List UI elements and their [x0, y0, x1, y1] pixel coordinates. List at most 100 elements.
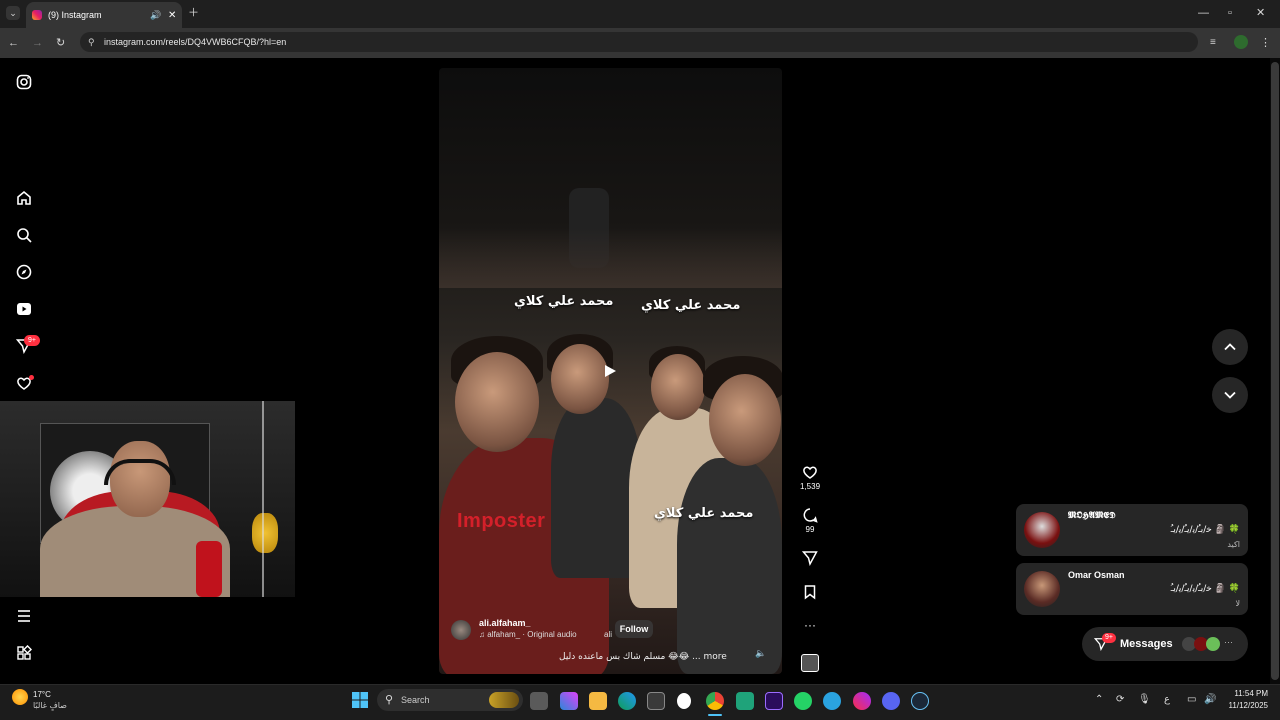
audio-playing-icon[interactable]: 🔊	[150, 10, 161, 21]
webcam-microphone	[196, 541, 222, 597]
message-avatar[interactable]	[1024, 571, 1060, 607]
reels-icon[interactable]	[14, 299, 34, 319]
comment-count: 99	[805, 525, 815, 534]
close-window-button[interactable]: ✕	[1256, 6, 1265, 20]
also-from-meta-icon[interactable]	[14, 643, 34, 663]
taskbar-search-box[interactable]: ⚲ Search	[377, 689, 523, 711]
activity-dot	[29, 375, 34, 380]
notifications-badge: 9+	[24, 335, 40, 346]
copilot-icon[interactable]	[560, 692, 578, 710]
clock-date[interactable]: 11/12/2025	[1222, 701, 1268, 710]
caption-3: محمد علي كلاي	[654, 506, 754, 521]
messages-more-icon: ···	[1224, 637, 1233, 647]
chrome-icon[interactable]	[706, 692, 724, 710]
forward-icon[interactable]: →	[32, 36, 43, 50]
person-4-shirt	[677, 458, 782, 674]
app-icon[interactable]	[736, 692, 754, 710]
telegram-icon[interactable]	[823, 692, 841, 710]
page-scrollbar[interactable]	[1270, 58, 1280, 684]
messages-label: Messages	[1120, 638, 1173, 650]
person-2-face	[551, 344, 609, 414]
instagram-favicon-icon	[32, 10, 42, 20]
share-button[interactable]	[800, 550, 820, 568]
author-avatar[interactable]	[451, 620, 471, 640]
messages-avatar	[1206, 637, 1220, 651]
tray-mic-icon[interactable]: 🎙	[1138, 694, 1151, 705]
bookmark-icon	[804, 585, 816, 600]
message-preview: ﺧ/ﺑـُ/ﯾ/ﯾـُ/ﯾ/ﯾـُ 🗿 🍀	[1170, 584, 1240, 594]
media-controls-icon[interactable]: ≡	[1210, 36, 1216, 50]
like-count: 1,539	[800, 482, 821, 491]
premiere-pro-icon[interactable]	[765, 692, 783, 710]
reload-icon[interactable]: ↻	[56, 36, 65, 50]
clock-time[interactable]: 11:54 PM	[1226, 689, 1268, 698]
save-button[interactable]	[800, 584, 820, 602]
play-icon[interactable]	[603, 364, 617, 378]
edge-icon[interactable]	[618, 692, 636, 710]
like-button[interactable]: 1,539	[800, 464, 820, 491]
instagram-logo-icon[interactable]	[14, 72, 34, 92]
maximize-button[interactable]: ▫	[1228, 6, 1232, 20]
like-heart-icon	[803, 466, 817, 479]
weather-temp[interactable]: 17°C	[33, 690, 51, 699]
tray-sync-icon[interactable]: ⟳	[1116, 694, 1124, 705]
caption-2: محمد علي كلاي	[641, 298, 741, 313]
store-icon[interactable]	[647, 692, 665, 710]
active-tab[interactable]: (9) Instagram 🔊 ✕	[26, 2, 182, 28]
scrollbar-thumb[interactable]	[1271, 62, 1279, 680]
site-info-icon[interactable]: ⚲	[88, 37, 95, 48]
chevron-down-icon	[1224, 391, 1236, 399]
message-card[interactable]: 𝕸𝕺𝕳𝕬𝕸𝕰𝕯 ﺧ/ﺑـُ/ﯾ/ﯾـُ/ﯾ/ﯾـُ 🗿 🍀 اكيد	[1016, 504, 1248, 556]
reel-video[interactable]: محمد علي كلاي محمد علي كلاي محمد علي كلا…	[439, 68, 782, 674]
person-4-face	[709, 374, 781, 466]
close-tab-icon[interactable]: ✕	[168, 10, 176, 21]
whatsapp-icon[interactable]	[794, 692, 812, 710]
steam-icon[interactable]	[911, 692, 929, 710]
task-view-icon[interactable]	[530, 692, 548, 710]
discord-icon[interactable]	[882, 692, 900, 710]
tab-search-button[interactable]: ⌄	[6, 6, 20, 20]
tray-overflow-icon[interactable]: ⌃	[1095, 694, 1103, 705]
home-icon[interactable]	[14, 188, 34, 208]
message-avatar[interactable]	[1024, 512, 1060, 548]
search-icon[interactable]	[14, 225, 34, 245]
previous-reel-button[interactable]	[1212, 329, 1248, 365]
audio-label[interactable]: ♫ alfaham_ · Original audio	[479, 630, 577, 639]
alienware-icon[interactable]	[677, 693, 691, 709]
comment-button[interactable]: 99	[800, 507, 820, 534]
minimize-button[interactable]: —	[1198, 6, 1209, 20]
tray-network-icon[interactable]: ▭	[1187, 694, 1196, 705]
windows-start-icon[interactable]	[352, 692, 368, 708]
imposter-overlay-text: Imposter	[457, 510, 546, 532]
extension-icon[interactable]	[1234, 35, 1248, 49]
messages-badge: 9+	[1102, 633, 1116, 643]
volume-icon[interactable]: 🔈	[755, 648, 766, 659]
caption-1: محمد علي كلاي	[514, 294, 614, 309]
author-username[interactable]: ali.alfaham_	[479, 618, 531, 628]
tab-title: (9) Instagram	[48, 10, 102, 20]
message-card[interactable]: Omar Osman ﺧ/ﺑـُ/ﯾ/ﯾـُ/ﯾ/ﯾـُ 🗿 🍀 لا	[1016, 563, 1248, 615]
url-bar[interactable]: ⚲ instagram.com/reels/DQ4VWB6CFQB/?hl=en	[80, 32, 1198, 52]
messages-button[interactable]: 9+ Messages ···	[1082, 627, 1248, 661]
share-icon	[801, 551, 818, 567]
more-menu-icon[interactable]	[14, 606, 34, 626]
audio-thumbnail[interactable]	[801, 654, 819, 672]
itunes-icon[interactable]	[853, 692, 871, 710]
back-icon[interactable]: ←	[8, 36, 19, 50]
audio-tag: ali	[604, 630, 613, 639]
message-subtext: اكيد	[1227, 540, 1240, 549]
search-highlight-icon	[489, 692, 519, 708]
file-explorer-icon[interactable]	[589, 692, 607, 710]
chevron-up-icon	[1224, 343, 1236, 351]
explore-icon[interactable]	[14, 262, 34, 282]
more-options-icon[interactable]: ···	[800, 618, 820, 632]
reel-description[interactable]: مسلم شاك بس ماعنده دليل 😂😂 ... more	[559, 652, 727, 662]
tray-volume-icon[interactable]: 🔊	[1204, 694, 1216, 705]
browser-menu-icon[interactable]: ⋮	[1260, 36, 1271, 50]
next-reel-button[interactable]	[1212, 377, 1248, 413]
follow-button[interactable]: Follow	[615, 620, 653, 638]
url-text: instagram.com/reels/DQ4VWB6CFQB/?hl=en	[104, 37, 287, 47]
new-tab-button[interactable]: ＋	[188, 6, 199, 20]
language-indicator[interactable]: ع	[1164, 694, 1170, 705]
weather-icon[interactable]	[12, 689, 28, 705]
